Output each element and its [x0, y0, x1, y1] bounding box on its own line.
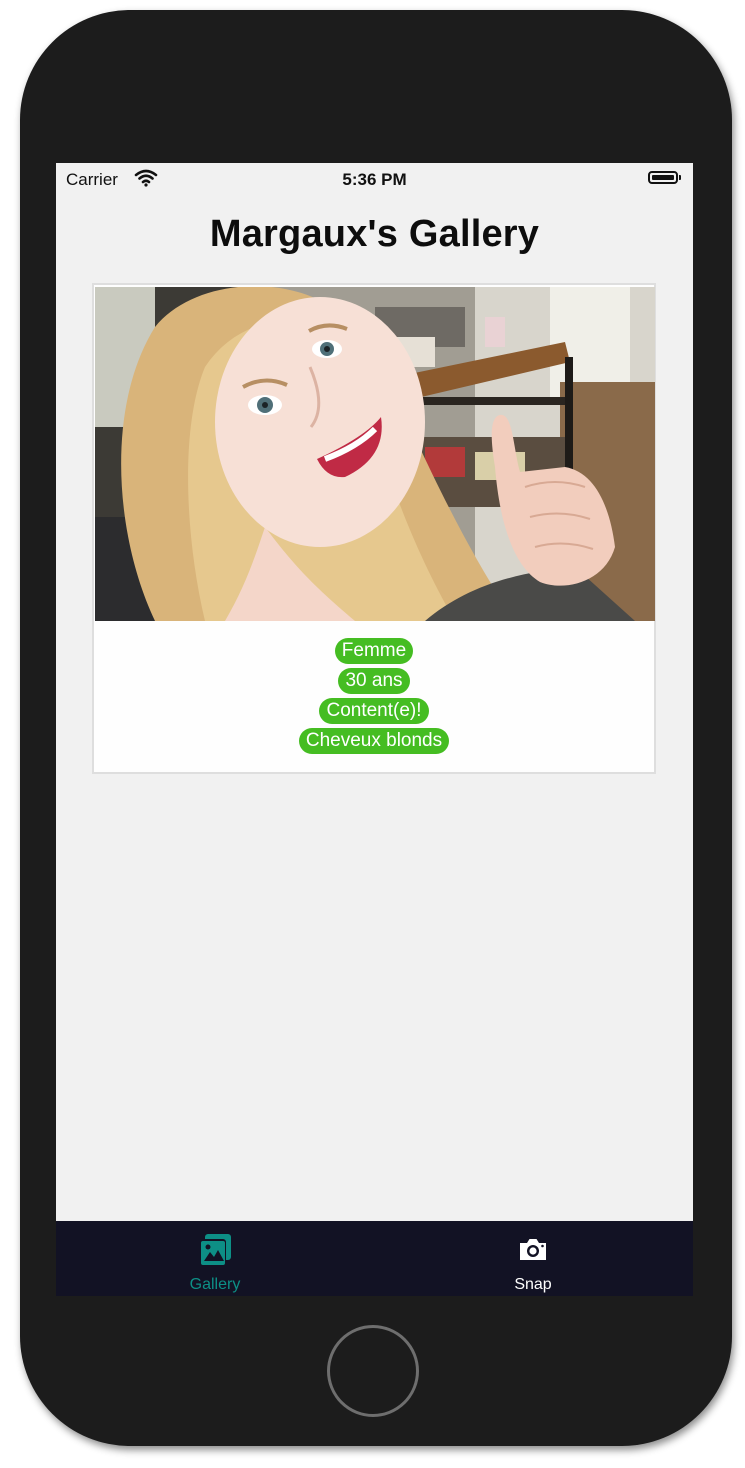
tab-bar: Gallery Snap [56, 1221, 693, 1296]
tag-hair: Cheveux blonds [298, 728, 450, 754]
status-bar: Carrier 5:36 PM [56, 163, 693, 197]
app-screen: Carrier 5:36 PM Margaux's Gallery Femme … [56, 163, 693, 1296]
battery-icon [648, 171, 678, 184]
status-time: 5:36 PM [342, 170, 407, 189]
tab-snap-label: Snap [514, 1276, 552, 1293]
page-title: Margaux's Gallery [209, 213, 540, 255]
tab-snap[interactable]: Snap [374, 1221, 692, 1296]
tag-list: Femme 30 ans Content(e)! Cheveux blonds [94, 638, 654, 758]
tag-gender: Femme [334, 638, 414, 664]
tab-gallery-label: Gallery [189, 1276, 241, 1293]
tab-gallery[interactable]: Gallery [56, 1221, 374, 1296]
gallery-icon [198, 1233, 232, 1272]
gallery-card[interactable]: Femme 30 ans Content(e)! Cheveux blonds [92, 283, 656, 774]
selfie-photo[interactable] [95, 287, 655, 621]
home-button[interactable] [327, 1325, 419, 1417]
tag-age: 30 ans [338, 668, 410, 694]
tag-emotion: Content(e)! [319, 698, 429, 724]
battery-tip [679, 175, 681, 180]
camera-icon [516, 1233, 550, 1272]
